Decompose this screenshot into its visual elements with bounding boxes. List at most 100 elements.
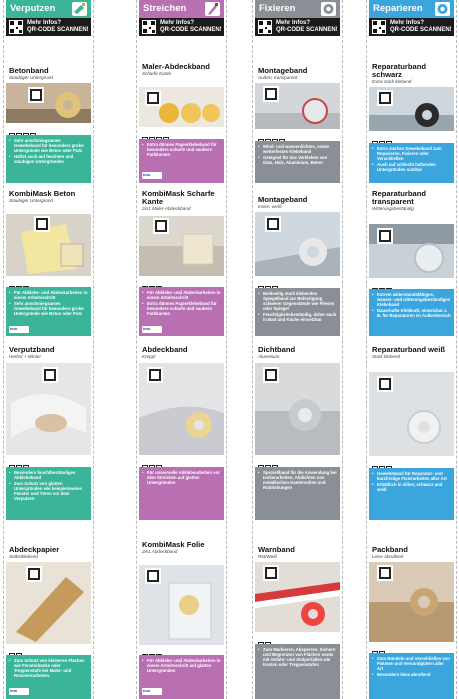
product-card[interactable]: Verputzband Herbst + Winter Besonders fe… (6, 345, 91, 520)
bullet-item: Für universelle Abklebearbeiten vor dem … (142, 470, 221, 485)
bullet-item: Extra dünnes Papierklebeband für besonde… (142, 142, 221, 157)
feature-symbols (142, 458, 163, 471)
bullet-item: Für Abklebe- und Abdeckarbeiten in einem… (9, 290, 88, 300)
product-card[interactable]: KombiMask Scharfe Kante 2in1 Maler-Abdec… (139, 189, 224, 336)
product-title: KombiMask Beton (9, 189, 76, 198)
bullet-item: Speziellband für die Anwendung bei Isoli… (258, 470, 337, 490)
product-photo (255, 212, 340, 276)
product-photo (255, 363, 340, 455)
category-label: Streichen (143, 3, 187, 14)
feature-symbols (258, 279, 279, 292)
product-subtitle: Herbst + Winter (9, 354, 41, 360)
product-card[interactable]: Maler-Abdeckband Scharfe Kante Extra dün… (139, 62, 224, 183)
product-title: KombiMask Scharfe Kante (142, 189, 215, 207)
bullet-item: Zum Bündeln und Verschließen von Paketen… (372, 656, 451, 671)
bullet-item: Für Abklebe- und Abdeckarbeiten in einem… (142, 658, 221, 673)
product-card[interactable]: Warnband Rot/Weiß Zum Markieren, Absperr… (255, 545, 340, 699)
category-label: Reparieren (373, 3, 423, 14)
product-card[interactable]: Betonband Staubiger Untergrund Sehr ansc… (6, 66, 91, 183)
bullet-band: Extra starkes Gewebeband zum Reparieren,… (369, 143, 454, 183)
product-subtitle: Staubiger Untergrund (9, 75, 53, 81)
cut-line (366, 0, 367, 699)
qr-banner-text: Mehr Infos? QR-CODE SCANNEN! (27, 20, 89, 34)
product-card[interactable]: KombiMask Folie 2in1 Abdeckband Für Abkl… (139, 540, 224, 699)
qr-line-2: QR-CODE SCANNEN! (160, 27, 222, 33)
category-header: Reparieren (369, 0, 454, 18)
product-title: Packband (372, 545, 408, 554)
bullet-item: Feuchtigkeitsbeständig, daher auch in Ba… (258, 312, 337, 322)
category-header: Streichen (139, 0, 224, 18)
feature-symbols (9, 279, 30, 292)
category-header: Verputzen (6, 0, 91, 18)
product-card[interactable]: Montageband Innen, weiß Beidseitig stark… (255, 195, 340, 336)
bullet-item: Gewebeband für Reparatur- und kurzfristi… (372, 471, 451, 481)
product-subtitle: Außen, transparent (258, 75, 298, 81)
product-photo (6, 83, 91, 123)
bullet-band: Extra dünnes Papierklebeband für besonde… (139, 139, 224, 183)
product-title: Verputzband (9, 345, 55, 354)
bullet-band: Gewebeband für Reparatur- und kurzfristi… (369, 468, 454, 520)
bullet-item: Wind- und wasserdichtes, sowie wetterfes… (258, 144, 337, 154)
product-card[interactable]: Abdeckband Kreppl Für universelle Abkleb… (139, 345, 224, 520)
product-card[interactable]: Abdeckpapier Selbstklebend Zum Schutz vo… (6, 545, 91, 699)
bullet-band: Zum Markieren, Absperren, Sichern und Be… (255, 644, 340, 699)
brand-logo: tesa (142, 172, 162, 179)
category-header: Fixieren (255, 0, 340, 18)
product-photo (369, 224, 454, 278)
feature-symbols (9, 458, 30, 471)
product-photo (369, 87, 454, 131)
product-title: Reparaturband transparent (372, 189, 427, 207)
qr-code-icon[interactable] (9, 20, 23, 34)
qr-line-1: Mehr Infos? (160, 20, 194, 26)
bullet-item: Zum Schutz von kleineren Flächen wie Fen… (9, 658, 88, 678)
qr-line-2: QR-CODE SCANNEN! (276, 27, 338, 33)
product-subtitle: Extra stark klebend (372, 79, 412, 85)
bullet-band: Für Abklebe- und Abdeckarbeiten in einem… (139, 655, 224, 699)
cut-line (252, 0, 253, 699)
bullet-item: Zum Schutz von glatten Untergründen wie … (9, 481, 88, 501)
product-photo (6, 214, 91, 276)
product-card[interactable]: Dichtband Aluminium Speziellband für die… (255, 345, 340, 520)
product-photo (139, 216, 224, 276)
column-reparieren: Reparieren Mehr Infos? QR-CODE SCANNEN! … (366, 0, 457, 699)
qr-banner-text: Mehr Infos? QR-CODE SCANNEN! (390, 20, 452, 34)
product-card[interactable]: Reparaturband weiß Stark klebend Gewebeb… (369, 345, 454, 520)
qr-line-2: QR-CODE SCANNEN! (27, 27, 89, 33)
product-photo (139, 87, 224, 127)
feature-symbols (258, 132, 286, 145)
cut-line (342, 0, 343, 699)
product-photo (6, 363, 91, 455)
product-card[interactable]: KombiMask Beton Staubiger Untergrund Für… (6, 189, 91, 336)
feature-symbols (142, 130, 170, 143)
product-card[interactable]: Packband Leise abrollend Zum Bündeln und… (369, 545, 454, 699)
product-card[interactable]: Montageband Außen, transparent Wind- und… (255, 66, 340, 183)
product-title: Abdeckpapier (9, 545, 60, 554)
bullet-item: Extra dünnes Papierklebeband für besonde… (142, 301, 221, 316)
bullet-item: Extra starkes Gewebeband zum Reparieren,… (372, 146, 451, 161)
product-card[interactable]: Reparaturband schwarz Extra stark kleben… (369, 62, 454, 183)
feature-symbols (142, 279, 163, 292)
qr-code-icon[interactable] (142, 20, 156, 34)
bullet-band: Beidseitig stark klebendes Spiegelband z… (255, 288, 340, 336)
cut-line (136, 0, 137, 699)
bullet-item: Sehr anschmiegsames Gewebeband für beson… (9, 138, 88, 153)
product-title: Abdeckband (142, 345, 188, 354)
qr-code-icon[interactable] (258, 20, 272, 34)
brand-logo: tesa (142, 688, 162, 695)
product-title: Betonband (9, 66, 49, 75)
bullet-band: Für universelle Abklebearbeiten vor dem … (139, 467, 224, 520)
product-subtitle: Leise abrollend (372, 554, 404, 560)
qr-banner-text: Mehr Infos? QR-CODE SCANNEN! (276, 20, 338, 34)
bullet-item: Haftet auch auf feuchten und staubigen U… (9, 154, 88, 164)
qr-banner: Mehr Infos? QR-CODE SCANNEN! (255, 18, 340, 36)
bullet-item: Beidseitig stark klebendes Spiegelband z… (258, 291, 337, 311)
product-card[interactable]: Reparaturband transparent Witterungsbest… (369, 189, 454, 336)
cut-line (226, 0, 227, 699)
product-subtitle: Innen, weiß (258, 204, 282, 210)
qr-code-icon[interactable] (372, 20, 386, 34)
bullet-band: Besonders feuchtbeständiges Abklebeband … (6, 467, 91, 520)
bullet-item: Dauerhafte Klebkraft, einsetzbar z. B. f… (372, 308, 451, 318)
qr-banner-text: Mehr Infos? QR-CODE SCANNEN! (160, 20, 222, 34)
bullet-item: Auch auf schlecht haftenden Untergründen… (372, 162, 451, 172)
feature-symbols (258, 458, 279, 471)
